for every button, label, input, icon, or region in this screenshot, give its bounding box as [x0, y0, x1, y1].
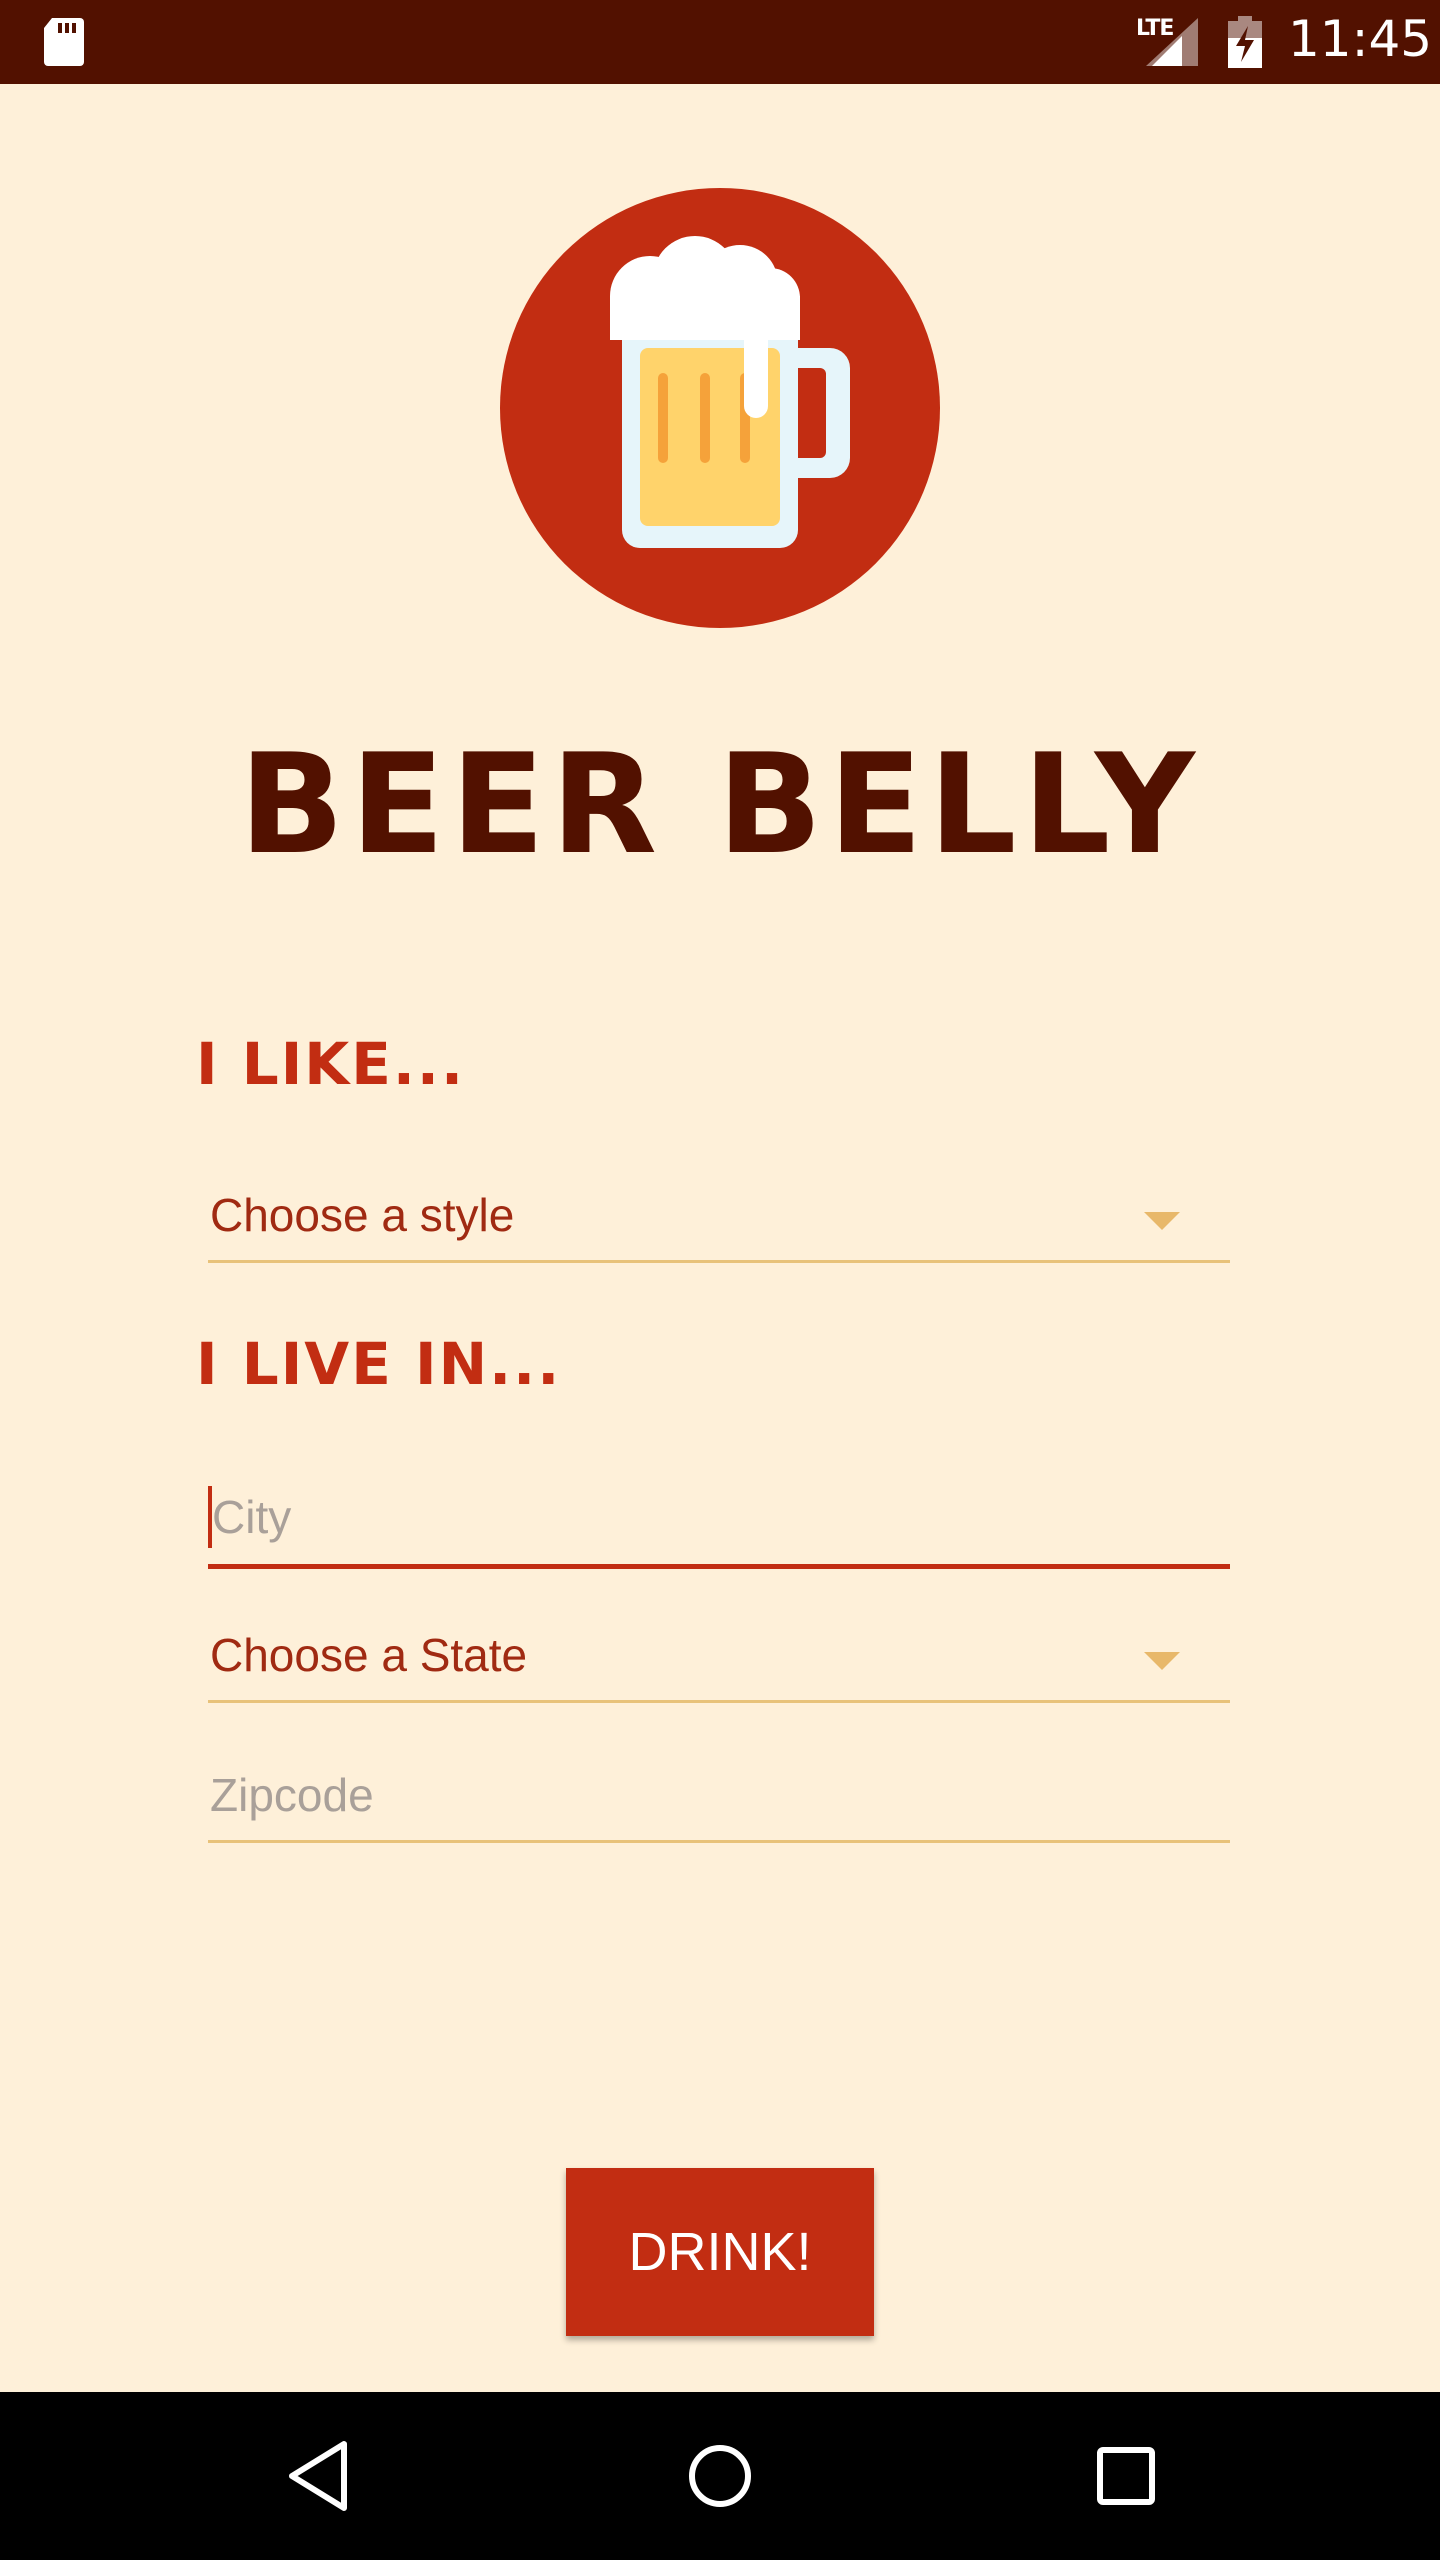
city-input[interactable]: City: [208, 1480, 1230, 1569]
dropdown-arrow-icon: [1144, 1652, 1180, 1670]
location-section-label: I LIVE IN...: [196, 1330, 562, 1398]
beer-mug-icon: [500, 188, 940, 628]
drink-button[interactable]: DRINK!: [566, 2168, 874, 2336]
app-title: BEER BELLY: [239, 724, 1201, 885]
sd-card-icon: [44, 18, 84, 66]
state-dropdown-value: Choose a State: [210, 1629, 528, 1681]
recents-icon[interactable]: [1090, 2436, 1162, 2516]
style-section-label: I LIKE...: [196, 1030, 465, 1098]
home-icon[interactable]: [684, 2436, 756, 2516]
dropdown-arrow-icon: [1144, 1212, 1180, 1230]
back-icon[interactable]: [282, 2436, 354, 2516]
style-dropdown-value: Choose a style: [210, 1189, 515, 1241]
city-placeholder: City: [212, 1491, 292, 1543]
navigation-bar: [0, 2392, 1440, 2560]
status-bar: LTE 11:45: [0, 0, 1440, 84]
zipcode-placeholder: Zipcode: [210, 1769, 374, 1821]
battery-charging-icon: [1228, 16, 1262, 68]
style-dropdown[interactable]: Choose a style: [208, 1180, 1230, 1263]
clock: 11:45: [1288, 10, 1433, 68]
state-dropdown[interactable]: Choose a State: [208, 1622, 1230, 1703]
zipcode-input[interactable]: Zipcode: [208, 1762, 1230, 1843]
signal-icon: [1146, 18, 1198, 66]
